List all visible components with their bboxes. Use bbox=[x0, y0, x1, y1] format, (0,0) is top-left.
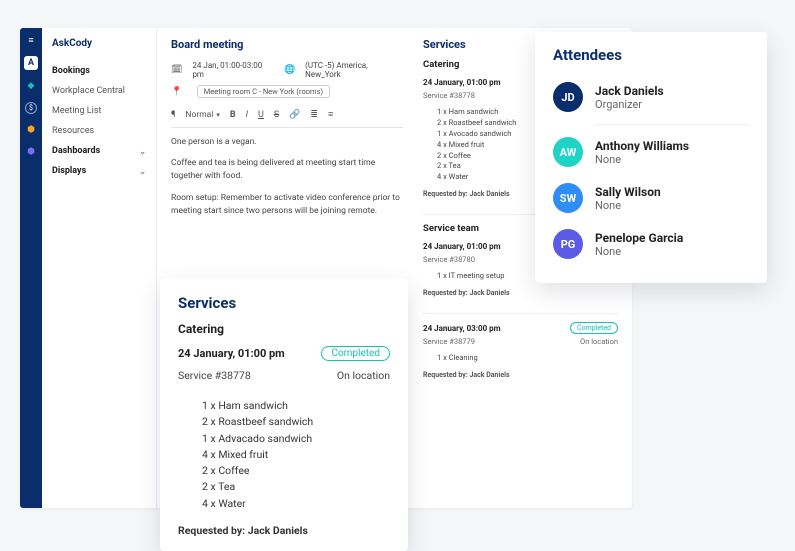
sidebar-label: Meeting List bbox=[52, 106, 101, 116]
sidebar-item-resources[interactable]: Resources bbox=[52, 121, 146, 141]
service-id: Service #38779 bbox=[423, 337, 475, 346]
sidebar-label: Dashboards bbox=[52, 146, 100, 156]
module-icon-4[interactable]: ⬢ bbox=[25, 146, 37, 158]
attendee-role: None bbox=[595, 245, 683, 258]
sidebar-label: Displays bbox=[52, 166, 86, 176]
page-title: Board meeting bbox=[171, 38, 403, 51]
room-row: 📍 Meeting room C - New York (rooms) bbox=[171, 85, 403, 98]
module-icon-1[interactable]: ◆ bbox=[25, 80, 37, 92]
room-pill[interactable]: Meeting room C - New York (rooms) bbox=[197, 85, 330, 98]
unordered-list-button[interactable]: ≡ bbox=[328, 109, 333, 120]
sidebar-item-bookings[interactable]: Bookings bbox=[52, 61, 146, 81]
editor-toolbar: ¶ Normal▾ B I U S 🔗 ≣ ≡ bbox=[171, 104, 403, 128]
attendee-role: None bbox=[595, 199, 661, 212]
attendee-role: Organizer bbox=[595, 98, 664, 111]
popover-service-id: Service #38778 bbox=[178, 369, 251, 382]
service-entry: 24 January, 03:00 pm Completed Service #3… bbox=[423, 322, 618, 395]
status-badge: Completed bbox=[570, 322, 618, 334]
status-badge: Completed bbox=[321, 346, 390, 361]
avatar: JD bbox=[553, 82, 583, 112]
link-button[interactable]: 🔗 bbox=[289, 110, 300, 120]
note-line: One person is a vegan. bbox=[171, 136, 403, 149]
popover-requested-by: Requested by: Jack Daniels bbox=[178, 524, 390, 537]
service-requested-by: Requested by: Jack Daniels bbox=[423, 371, 618, 379]
service-when: 24 January, 03:00 pm bbox=[423, 324, 501, 333]
module-icon-2[interactable]: $ bbox=[25, 102, 37, 114]
attendee-row[interactable]: AW Anthony Williams None bbox=[553, 129, 749, 175]
sidebar-item-dashboards[interactable]: Dashboards ⌄ bbox=[52, 141, 146, 161]
app-name: AskCody bbox=[52, 38, 146, 49]
module-icon-3[interactable]: ⬢ bbox=[25, 124, 37, 136]
popover-title: Services bbox=[178, 294, 390, 312]
sidebar: AskCody Bookings Workplace Central Meeti… bbox=[42, 28, 157, 508]
attendee-role: None bbox=[595, 153, 689, 166]
location-icon: 📍 bbox=[171, 87, 182, 97]
meeting-timezone: (UTC -5) America, New_York bbox=[305, 61, 403, 79]
service-when: 24 January, 01:00 pm bbox=[423, 78, 501, 87]
sidebar-label: Workplace Central bbox=[52, 86, 125, 96]
attendee-name: Anthony Williams bbox=[595, 139, 689, 153]
style-dropdown[interactable]: Normal▾ bbox=[185, 110, 219, 120]
divider bbox=[595, 124, 749, 125]
sidebar-item-workplace-central[interactable]: Workplace Central bbox=[52, 81, 146, 101]
service-location: On location bbox=[580, 337, 618, 346]
nav-rail: ≡ A ◆ $ ⬢ ⬢ bbox=[20, 28, 42, 508]
bold-button[interactable]: B bbox=[230, 110, 236, 120]
meta-row: 🗓 24 Jan, 01:00-03:00 pm 🌐 (UTC -5) Amer… bbox=[171, 61, 403, 79]
sidebar-label: Bookings bbox=[52, 66, 90, 76]
popover-item: 4 x Mixed fruit bbox=[202, 447, 390, 463]
avatar: SW bbox=[553, 183, 583, 213]
sidebar-item-meeting-list[interactable]: Meeting List bbox=[52, 101, 146, 121]
attendees-popover: Attendees JD Jack Daniels Organizer AW A… bbox=[535, 32, 767, 283]
attendee-name: Penelope Garcia bbox=[595, 231, 683, 245]
service-id: Service #38778 bbox=[423, 91, 475, 100]
sidebar-item-displays[interactable]: Displays ⌄ bbox=[52, 161, 146, 181]
service-item: 1 x Cleaning bbox=[437, 353, 618, 364]
chevron-down-icon: ⌄ bbox=[139, 167, 146, 176]
chevron-down-icon: ▾ bbox=[216, 111, 220, 119]
app-logo[interactable]: A bbox=[24, 56, 38, 70]
services-popover: Services Catering 24 January, 01:00 pm Co… bbox=[160, 278, 408, 551]
service-items: 1 x Cleaning bbox=[423, 349, 618, 368]
attendees-title: Attendees bbox=[553, 46, 749, 64]
globe-icon: 🌐 bbox=[284, 65, 295, 75]
attendee-row[interactable]: PG Penelope Garcia None bbox=[553, 221, 749, 267]
popover-items: 1 x Ham sandwich 2 x Roastbeef sandwich … bbox=[178, 390, 390, 520]
service-requested-by: Requested by: Jack Daniels bbox=[423, 289, 618, 297]
popover-item: 2 x Tea bbox=[202, 479, 390, 495]
avatar: PG bbox=[553, 229, 583, 259]
style-label: Normal bbox=[185, 110, 213, 120]
popover-item: 1 x Advacado sandwich bbox=[202, 431, 390, 447]
attendee-row[interactable]: SW Sally Wilson None bbox=[553, 175, 749, 221]
meeting-datetime: 24 Jan, 01:00-03:00 pm bbox=[192, 61, 274, 79]
popover-item: 1 x Ham sandwich bbox=[202, 398, 390, 414]
attendee-row[interactable]: JD Jack Daniels Organizer bbox=[553, 74, 749, 120]
ordered-list-button[interactable]: ≣ bbox=[310, 110, 318, 120]
calendar-icon: 🗓 bbox=[171, 65, 182, 75]
popover-when: 24 January, 01:00 pm bbox=[178, 347, 285, 360]
note-line: Coffee and tea is being delivered at mee… bbox=[171, 157, 403, 183]
strike-button[interactable]: S bbox=[274, 110, 279, 120]
popover-category: Catering bbox=[178, 322, 390, 336]
popover-item: 2 x Coffee bbox=[202, 463, 390, 479]
popover-location: On location bbox=[337, 369, 390, 382]
chevron-down-icon: ⌄ bbox=[139, 147, 146, 156]
underline-button[interactable]: U bbox=[258, 110, 264, 120]
attendee-name: Jack Daniels bbox=[595, 84, 664, 98]
service-id: Service #38780 bbox=[423, 255, 475, 264]
attendee-name: Sally Wilson bbox=[595, 185, 661, 199]
popover-item: 2 x Roastbeef sandwich bbox=[202, 414, 390, 430]
pilcrow-icon[interactable]: ¶ bbox=[171, 110, 175, 120]
sidebar-label: Resources bbox=[52, 126, 94, 136]
italic-button[interactable]: I bbox=[246, 110, 248, 120]
menu-icon[interactable]: ≡ bbox=[25, 34, 37, 46]
popover-item: 4 x Water bbox=[202, 496, 390, 512]
meeting-notes[interactable]: One person is a vegan. Coffee and tea is… bbox=[171, 136, 403, 218]
note-line: Room setup: Remember to activate video c… bbox=[171, 192, 403, 218]
avatar: AW bbox=[553, 137, 583, 167]
service-when: 24 January, 01:00 pm bbox=[423, 242, 501, 251]
